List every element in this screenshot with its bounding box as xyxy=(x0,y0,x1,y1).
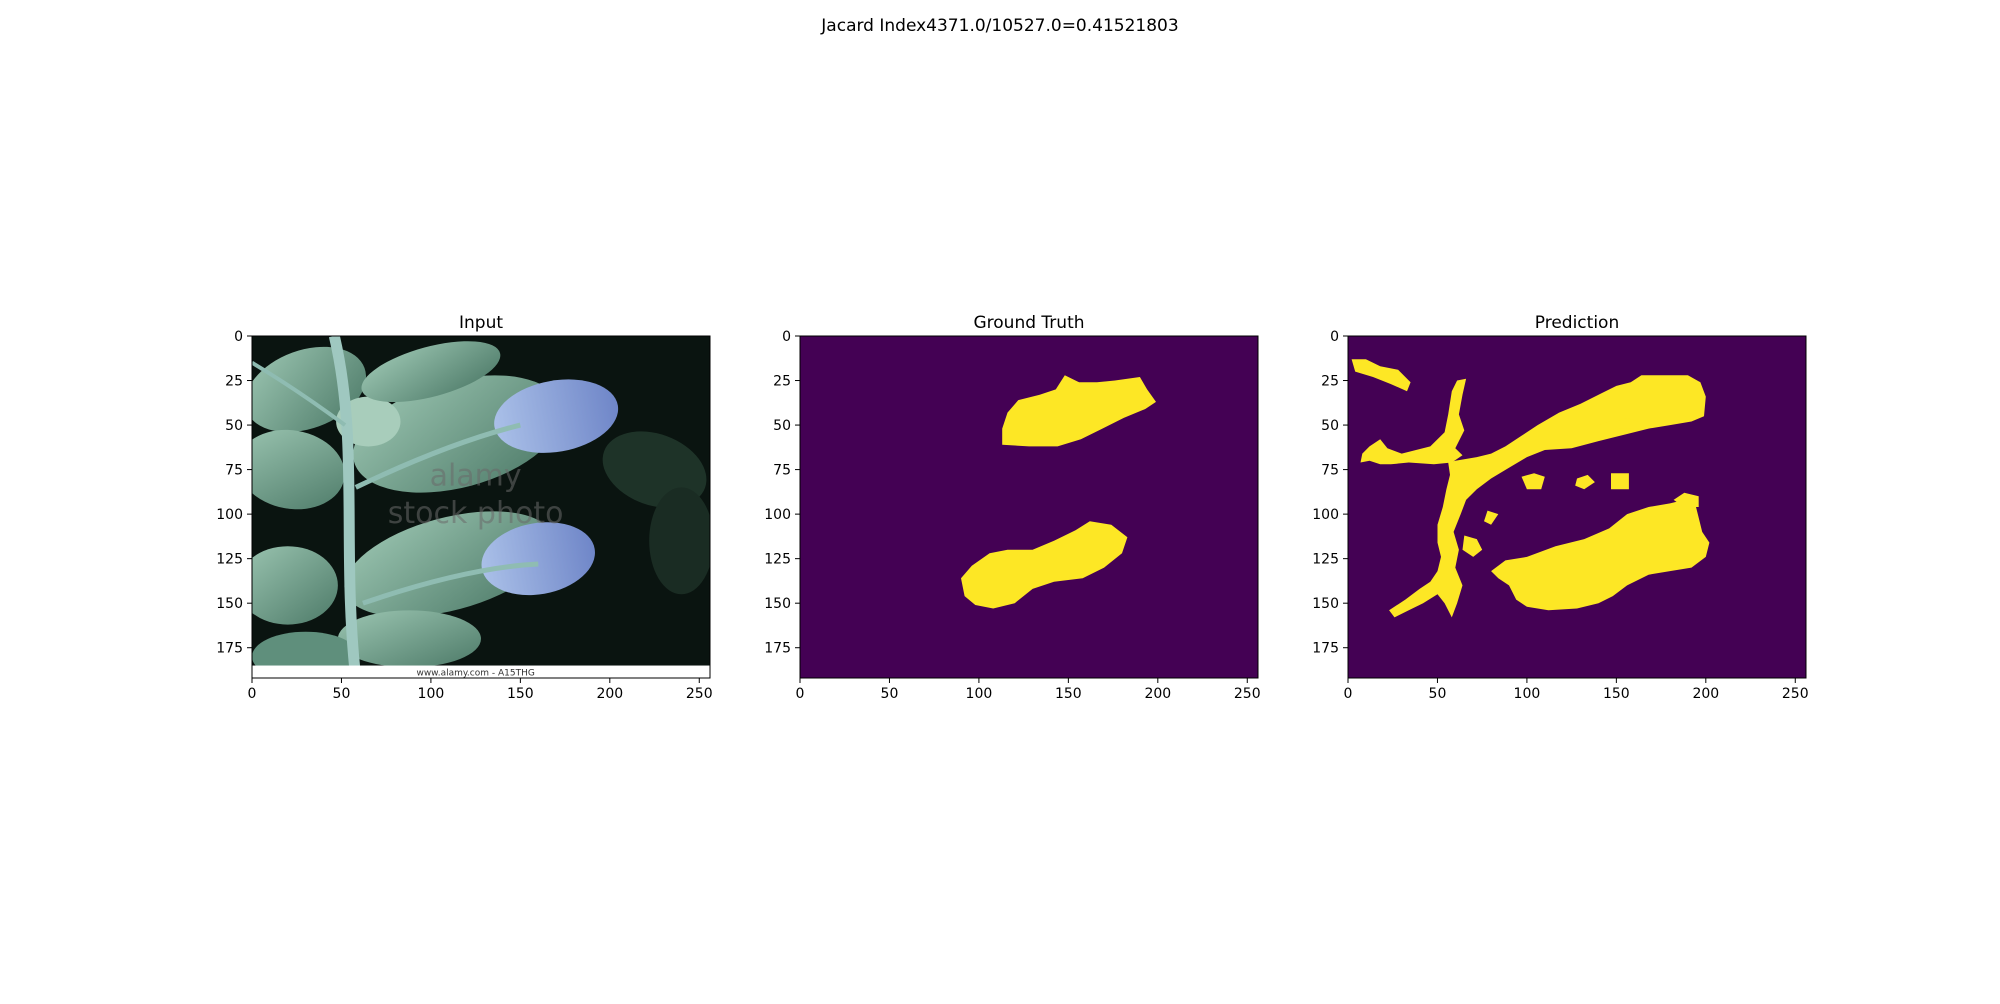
y-tick-label: 25 xyxy=(773,374,791,390)
x-tick-label: 250 xyxy=(1234,686,1261,702)
panel-title: Prediction xyxy=(1535,313,1619,333)
y-tick-label: 0 xyxy=(782,329,791,345)
x-tick-label: 200 xyxy=(1144,686,1171,702)
x-tick-label: 250 xyxy=(686,686,713,702)
y-tick-label: 125 xyxy=(216,552,243,568)
watermark-line-1: alamy xyxy=(430,459,522,494)
y-tick-label: 100 xyxy=(216,507,243,523)
y-tick-label: 25 xyxy=(225,374,243,390)
panel-input: Input www.alamy.com - A15THG alamy stock… xyxy=(216,313,713,702)
y-axis: 0 25 50 75 100 125 150 175 xyxy=(216,329,252,657)
x-tick-label: 50 xyxy=(333,686,351,702)
figure: Jacard Index4371.0/10527.0=0.41521803 In… xyxy=(0,0,2000,1000)
y-tick-label: 100 xyxy=(1312,507,1339,523)
x-tick-label: 0 xyxy=(248,686,257,702)
y-tick-label: 75 xyxy=(773,463,791,479)
mask-background xyxy=(800,336,1258,678)
x-tick-label: 100 xyxy=(1514,686,1541,702)
x-tick-label: 0 xyxy=(796,686,805,702)
x-tick-label: 50 xyxy=(1429,686,1447,702)
y-tick-label: 75 xyxy=(225,463,243,479)
y-tick-label: 125 xyxy=(764,552,791,568)
x-tick-label: 150 xyxy=(1055,686,1082,702)
x-tick-label: 50 xyxy=(881,686,899,702)
mask-area xyxy=(800,336,1258,678)
y-tick-label: 0 xyxy=(234,329,243,345)
y-tick-label: 150 xyxy=(764,596,791,612)
leaf-shape xyxy=(252,546,338,625)
x-axis: 0 50 100 150 200 250 xyxy=(248,678,713,702)
panel-title: Input xyxy=(459,313,503,333)
x-tick-label: 200 xyxy=(596,686,623,702)
y-tick-label: 150 xyxy=(216,596,243,612)
photo-footer-text: www.alamy.com - A15THG xyxy=(416,668,534,678)
y-axis: 0 25 50 75 100 125 150 175 xyxy=(1312,329,1348,657)
x-tick-label: 150 xyxy=(1603,686,1630,702)
y-tick-label: 175 xyxy=(216,641,243,657)
x-axis: 0 50 100 150 200 250 xyxy=(1344,678,1809,702)
mask-background xyxy=(1348,336,1806,678)
x-tick-label: 0 xyxy=(1344,686,1353,702)
y-tick-label: 0 xyxy=(1330,329,1339,345)
x-tick-label: 250 xyxy=(1782,686,1809,702)
y-tick-label: 150 xyxy=(1312,596,1339,612)
y-tick-label: 50 xyxy=(773,418,791,434)
y-tick-label: 125 xyxy=(1312,552,1339,568)
y-tick-label: 75 xyxy=(1321,463,1339,479)
figure-canvas: Input www.alamy.com - A15THG alamy stock… xyxy=(216,313,1808,702)
y-tick-label: 50 xyxy=(225,418,243,434)
y-tick-label: 175 xyxy=(1312,641,1339,657)
mask-region xyxy=(1611,473,1629,490)
watermark-line-2: stock photo xyxy=(388,496,564,531)
image-area: www.alamy.com - A15THG alamy stock photo xyxy=(252,336,710,678)
figure-suptitle: Jacard Index4371.0/10527.0=0.41521803 xyxy=(821,16,1179,36)
x-axis: 0 50 100 150 200 250 xyxy=(796,678,1261,702)
y-tick-label: 50 xyxy=(1321,418,1339,434)
y-tick-label: 175 xyxy=(764,641,791,657)
panel-ground-truth: Ground Truth 0 50 100 150 200 250 0 25 50 75 100 1… xyxy=(764,313,1260,702)
x-tick-label: 100 xyxy=(966,686,993,702)
background-leaf xyxy=(649,487,710,595)
x-tick-label: 200 xyxy=(1692,686,1719,702)
panel-title: Ground Truth xyxy=(973,313,1084,333)
panel-prediction: Prediction 0 50 100 150 200 250 0 25 50 75 100 125… xyxy=(1312,313,1808,702)
x-tick-label: 100 xyxy=(418,686,445,702)
y-tick-label: 100 xyxy=(764,507,791,523)
x-tick-label: 150 xyxy=(507,686,534,702)
mask-area xyxy=(1348,336,1806,678)
y-tick-label: 25 xyxy=(1321,374,1339,390)
y-axis: 0 25 50 75 100 125 150 175 xyxy=(764,329,800,657)
